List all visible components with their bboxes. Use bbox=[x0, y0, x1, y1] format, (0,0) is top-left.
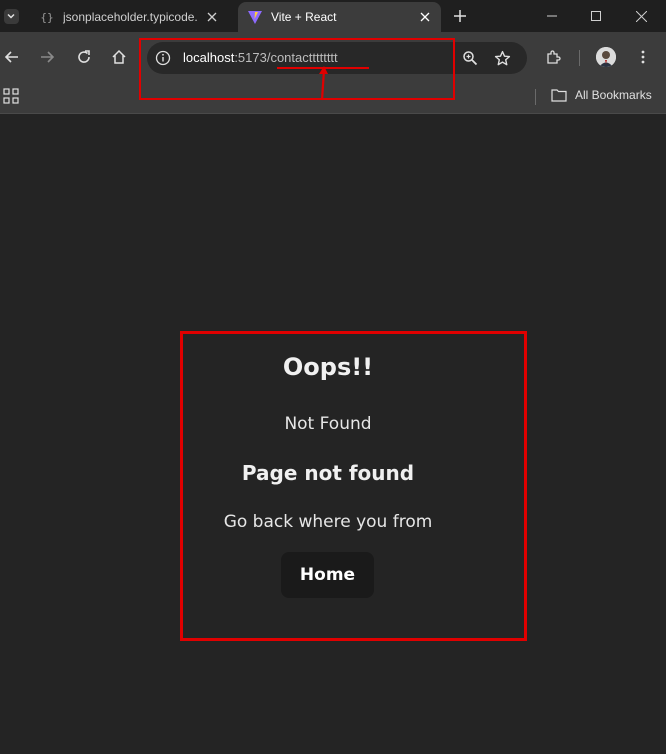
close-window-button[interactable] bbox=[621, 0, 661, 32]
bookmark-star-icon[interactable] bbox=[493, 49, 511, 67]
maximize-icon bbox=[591, 11, 601, 21]
close-icon[interactable] bbox=[204, 9, 220, 25]
minimize-icon bbox=[547, 15, 557, 17]
vite-logo-icon bbox=[247, 9, 263, 25]
zoom-icon[interactable] bbox=[461, 49, 479, 67]
folder-icon bbox=[551, 89, 567, 102]
forward-button[interactable] bbox=[35, 45, 59, 69]
new-tab-button[interactable] bbox=[450, 6, 470, 26]
bookmarks-divider bbox=[535, 89, 536, 105]
arrow-left-icon bbox=[4, 51, 18, 63]
home-icon bbox=[112, 49, 126, 64]
home-toolbar-button[interactable] bbox=[107, 45, 131, 69]
tab-title: jsonplaceholder.typicode. bbox=[63, 10, 198, 24]
plus-icon bbox=[454, 10, 466, 22]
braces-icon: {} bbox=[39, 9, 55, 25]
menu-button[interactable] bbox=[631, 45, 655, 69]
extensions-button[interactable] bbox=[541, 45, 565, 69]
arrow-right-icon bbox=[41, 51, 55, 63]
tab-jsonplaceholder[interactable]: {} jsonplaceholder.typicode. bbox=[30, 2, 228, 32]
close-icon[interactable] bbox=[417, 9, 433, 25]
maximize-button[interactable] bbox=[576, 0, 616, 32]
chevron-down-icon bbox=[3, 8, 19, 24]
tab-strip: {} jsonplaceholder.typicode. Vite + Reac… bbox=[0, 0, 666, 32]
annotation-arrow-icon bbox=[319, 66, 328, 101]
kebab-menu-icon bbox=[641, 50, 645, 64]
back-button[interactable] bbox=[0, 45, 24, 69]
all-bookmarks-label: All Bookmarks bbox=[575, 88, 652, 102]
profile-avatar[interactable] bbox=[596, 47, 616, 67]
tab-title: Vite + React bbox=[271, 10, 337, 24]
apps-grid-icon[interactable] bbox=[3, 88, 19, 104]
svg-text:{}: {} bbox=[40, 11, 53, 24]
close-icon bbox=[635, 10, 647, 22]
reload-button[interactable] bbox=[72, 45, 96, 69]
reload-icon bbox=[78, 50, 90, 63]
annotation-box-url bbox=[139, 38, 455, 100]
puzzle-icon bbox=[547, 50, 561, 64]
tab-search-button[interactable] bbox=[0, 0, 22, 32]
minimize-button[interactable] bbox=[532, 0, 572, 32]
toolbar-divider bbox=[579, 50, 580, 66]
all-bookmarks-button[interactable]: All Bookmarks bbox=[551, 88, 652, 102]
tab-vite-react[interactable]: Vite + React bbox=[238, 2, 441, 32]
annotation-box-content bbox=[180, 331, 527, 641]
